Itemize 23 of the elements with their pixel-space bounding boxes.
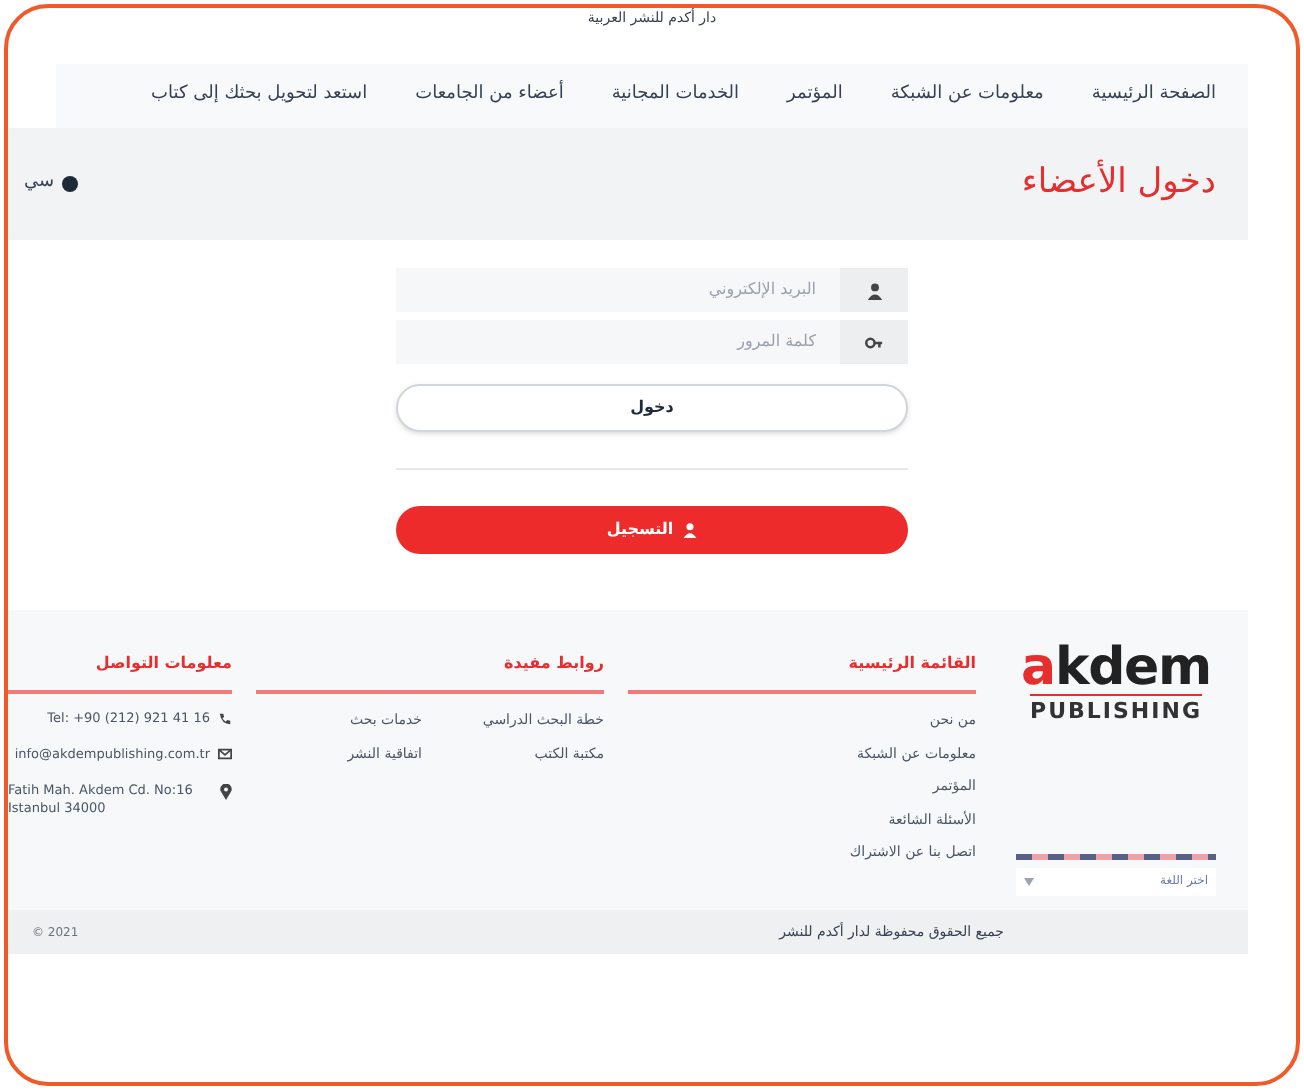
column-heading: روابط مفيدة xyxy=(504,654,604,672)
phone-icon xyxy=(218,712,232,726)
nav-link[interactable]: معلومات عن الشبكة xyxy=(890,82,1044,110)
nav-link[interactable]: الصفحة الرئيسية xyxy=(1091,82,1216,110)
password-field[interactable]: كلمة المرور xyxy=(396,320,840,364)
user-icon xyxy=(865,281,883,299)
key-icon xyxy=(864,333,884,351)
nav-link[interactable]: الخدمات المجانية xyxy=(611,82,740,110)
column-heading: معلومات التواصل xyxy=(95,654,232,672)
page-title: دخول الأعضاء xyxy=(1021,158,1218,207)
register-button[interactable]: التسجيل xyxy=(396,506,908,554)
envelope-icon xyxy=(218,747,232,760)
map-pin-icon xyxy=(220,783,232,799)
nav-link[interactable]: المؤتمر xyxy=(787,82,843,110)
user-icon xyxy=(681,522,698,538)
caret-icon xyxy=(1024,877,1034,885)
breadcrumb-link[interactable]: سي xyxy=(24,170,55,198)
publisher-logo: akdem PUBLISHING xyxy=(1021,642,1211,729)
column-heading: القائمة الرئيسية xyxy=(848,654,976,672)
nav-link[interactable]: أعضاء من الجامعات xyxy=(415,82,564,110)
email-field[interactable]: البريد الإلكتروني xyxy=(396,268,840,312)
nav-link[interactable]: استعد لتحويل بحثك إلى كتاب xyxy=(151,82,368,110)
login-button[interactable]: دخول xyxy=(396,384,908,432)
